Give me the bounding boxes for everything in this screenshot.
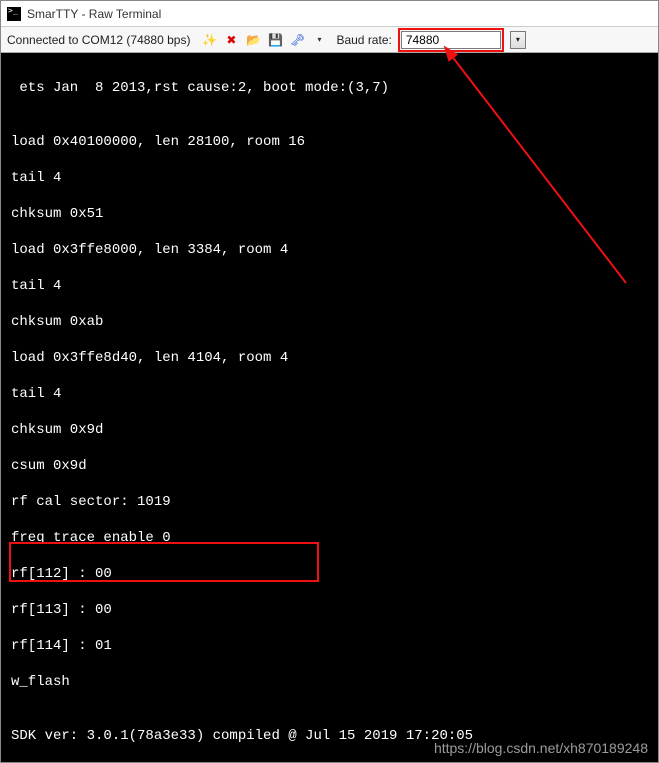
terminal-line: rf cal sector: 1019 xyxy=(11,493,654,511)
baud-rate-dropdown-button[interactable]: ▾ xyxy=(510,31,526,49)
window-titlebar: SmarTTY - Raw Terminal xyxy=(1,1,658,27)
terminal-line: chksum 0x9d xyxy=(11,421,654,439)
terminal-line: load 0x3ffe8d40, len 4104, room 4 xyxy=(11,349,654,367)
toolbar: Connected to COM12 (74880 bps) ✨ ✖ 📂 💾 🗝… xyxy=(1,27,658,53)
terminal-line: freq trace enable 0 xyxy=(11,529,654,547)
key-icon[interactable]: 🗝 xyxy=(289,32,305,48)
terminal-line: chksum 0xab xyxy=(11,313,654,331)
window-title: SmarTTY - Raw Terminal xyxy=(27,7,161,21)
terminal-line: w_flash xyxy=(11,673,654,691)
wand-icon[interactable]: ✨ xyxy=(201,32,217,48)
app-icon xyxy=(7,7,21,21)
connection-status: Connected to COM12 (74880 bps) xyxy=(7,33,196,47)
terminal-line: load 0x3ffe8000, len 3384, room 4 xyxy=(11,241,654,259)
terminal-line: tail 4 xyxy=(11,169,654,187)
terminal-line: tail 4 xyxy=(11,385,654,403)
terminal-line: rf[114] : 01 xyxy=(11,637,654,655)
terminal-line: load 0x40100000, len 28100, room 16 xyxy=(11,133,654,151)
terminal-line: csum 0x9d xyxy=(11,457,654,475)
open-folder-icon[interactable]: 📂 xyxy=(245,32,261,48)
terminal-output[interactable]: ets Jan 8 2013,rst cause:2, boot mode:(3… xyxy=(1,53,658,762)
terminal-line: SDK ver: 3.0.1(78a3e33) compiled @ Jul 1… xyxy=(11,727,654,745)
dropdown-arrow-icon[interactable]: ▾ xyxy=(311,32,327,48)
save-icon[interactable]: 💾 xyxy=(267,32,283,48)
baud-rate-label: Baud rate: xyxy=(336,33,391,47)
terminal-line: rf[113] : 00 xyxy=(11,601,654,619)
terminal-line: ets Jan 8 2013,rst cause:2, boot mode:(3… xyxy=(11,79,654,97)
terminal-line: tail 4 xyxy=(11,277,654,295)
disconnect-icon[interactable]: ✖ xyxy=(223,32,239,48)
baud-rate-input[interactable] xyxy=(401,31,501,49)
terminal-line: rf[112] : 00 xyxy=(11,565,654,583)
terminal-line: chksum 0x51 xyxy=(11,205,654,223)
